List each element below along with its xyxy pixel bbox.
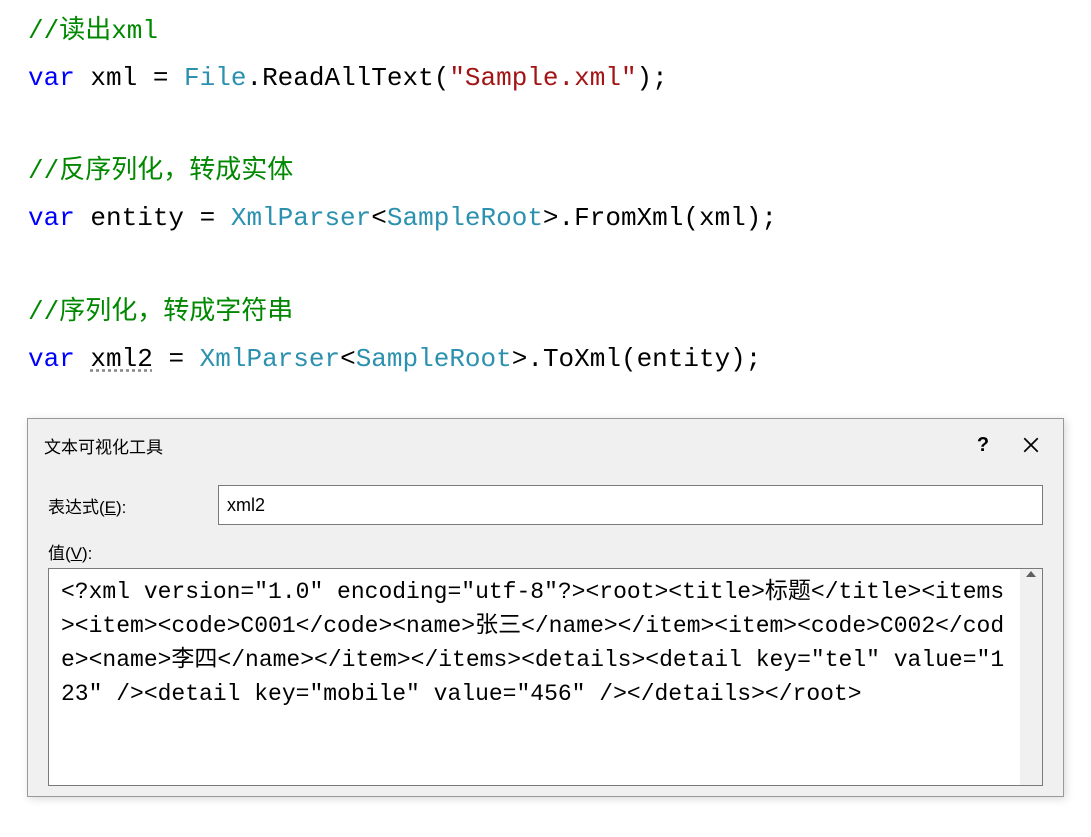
code-line: //序列化，转成字符串 — [28, 289, 1063, 336]
dialog-body: 表达式(E): 值(V): <?xml version="1.0" encodi… — [28, 471, 1063, 796]
close-icon — [1022, 436, 1040, 454]
type-name: SampleRoot — [356, 344, 512, 374]
text-visualizer-dialog: 文本可视化工具 ? 表达式(E): 值(V): <?xml version="1… — [27, 418, 1064, 797]
value-label: 值(V): — [48, 539, 218, 564]
code-text: . — [246, 63, 262, 93]
code-text: < — [340, 344, 356, 374]
code-text: ( — [434, 63, 450, 93]
keyword: var — [28, 344, 75, 374]
code-text: = — [153, 344, 200, 374]
code-text: > — [543, 203, 559, 233]
code-text: ); — [637, 63, 668, 93]
code-line — [28, 102, 1063, 149]
code-text: . — [559, 203, 575, 233]
help-button[interactable]: ? — [959, 429, 1007, 461]
expression-row: 表达式(E): — [48, 485, 1043, 525]
code-text — [75, 344, 91, 374]
code-editor[interactable]: //读出xml var xml = File.ReadAllText("Samp… — [0, 0, 1091, 390]
expression-input[interactable] — [218, 485, 1043, 525]
comment: //读出xml — [28, 16, 158, 46]
method-name: ReadAllText — [262, 63, 434, 93]
code-text: (xml); — [683, 203, 777, 233]
code-text: < — [371, 203, 387, 233]
method-name: ToXml — [543, 344, 621, 374]
scrollbar[interactable] — [1020, 569, 1042, 785]
keyword: var — [28, 63, 75, 93]
code-line: var xml = File.ReadAllText("Sample.xml")… — [28, 55, 1063, 102]
type-name: XmlParser — [200, 344, 340, 374]
close-button[interactable] — [1007, 429, 1055, 461]
dialog-title: 文本可视化工具 — [44, 433, 959, 458]
code-text: xml = — [75, 63, 184, 93]
method-name: FromXml — [574, 203, 683, 233]
variable-name: xml2 — [90, 344, 152, 374]
code-line: //读出xml — [28, 8, 1063, 55]
string-literal: "Sample.xml" — [449, 63, 636, 93]
scroll-up-icon — [1026, 571, 1036, 577]
type-name: File — [184, 63, 246, 93]
keyword: var — [28, 203, 75, 233]
code-line — [28, 242, 1063, 289]
type-name: SampleRoot — [387, 203, 543, 233]
help-icon: ? — [977, 434, 989, 457]
type-name: XmlParser — [231, 203, 371, 233]
value-textarea[interactable]: <?xml version="1.0" encoding="utf-8"?><r… — [49, 569, 1020, 785]
comment: //序列化，转成字符串 — [28, 297, 293, 327]
code-text: entity = — [75, 203, 231, 233]
expression-label: 表达式(E): — [48, 493, 218, 518]
dialog-titlebar[interactable]: 文本可视化工具 ? — [28, 419, 1063, 471]
code-text: (entity); — [621, 344, 761, 374]
comment: //反序列化，转成实体 — [28, 156, 293, 186]
code-text: > — [512, 344, 528, 374]
code-text: . — [527, 344, 543, 374]
code-line: //反序列化，转成实体 — [28, 148, 1063, 195]
code-line: var entity = XmlParser<SampleRoot>.FromX… — [28, 195, 1063, 242]
value-row: 值(V): — [48, 539, 1043, 564]
value-container: <?xml version="1.0" encoding="utf-8"?><r… — [48, 568, 1043, 786]
code-line: var xml2 = XmlParser<SampleRoot>.ToXml(e… — [28, 336, 1063, 383]
